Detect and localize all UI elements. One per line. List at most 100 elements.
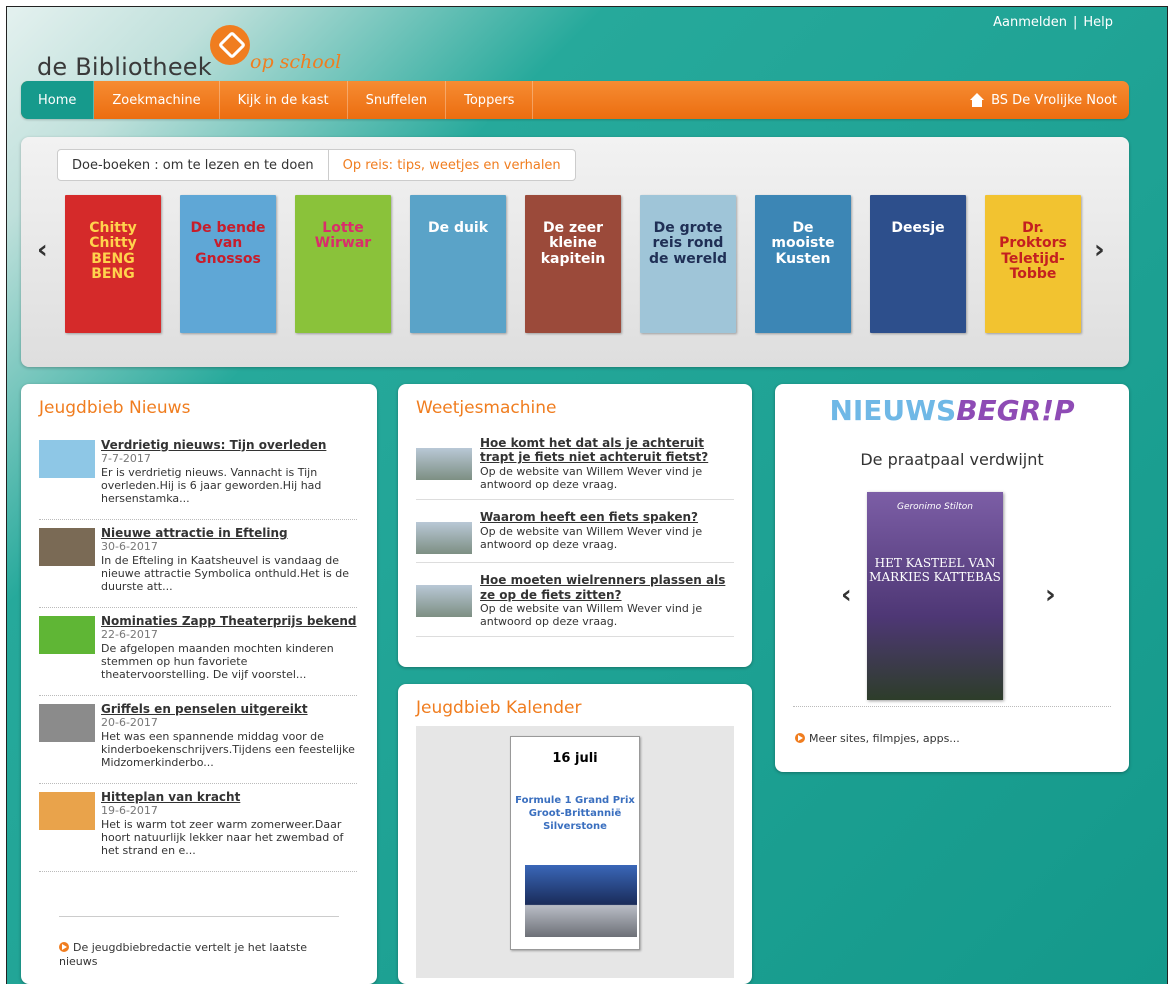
news-title[interactable]: Hitteplan van kracht <box>101 790 357 804</box>
news-text: De afgelopen maanden mochten kinderen st… <box>101 641 334 681</box>
news-list: Verdrietig nieuws: Tijn overleden 7-7-201… <box>39 432 357 872</box>
nieuwsbegrip-subtitle[interactable]: De praatpaal verdwijnt <box>775 450 1129 469</box>
weetje-text: Op de website van Willem Wever vind je a… <box>480 524 703 551</box>
nb-book-title: HET KASTEEL VAN MARKIES KATTEBAS <box>869 556 1001 585</box>
top-links: Aanmelden | Help <box>993 15 1113 30</box>
book-cover[interactable]: Lotte Wirwar <box>295 195 391 333</box>
kalender-event: Formule 1 Grand Prix Groot-Brittannië Si… <box>515 795 635 832</box>
book-cover[interactable]: Dr. Proktors Teletijd-Tobbe <box>985 195 1081 333</box>
kalender-card[interactable]: 16 juli Formule 1 Grand Prix Groot-Britt… <box>510 736 640 950</box>
page-frame: Aanmelden | Help de Bibliotheek op school … <box>6 6 1168 984</box>
weetje-item[interactable]: Hoe moeten wielrenners plassen als ze op… <box>416 569 734 638</box>
nav-snuffelen-label: Snuffelen <box>365 92 428 108</box>
help-link[interactable]: Help <box>1083 15 1113 30</box>
weetjes-list: Hoe komt het dat als je achteruit trapt … <box>416 432 734 643</box>
nb-book-cover[interactable]: Geronimo Stilton HET KASTEEL VAN MARKIES… <box>867 492 1003 700</box>
book-cover[interactable]: De bende van Gnossos <box>180 195 276 333</box>
book-cover[interactable]: Deesje <box>870 195 966 333</box>
news-date: 7-7-2017 <box>101 452 151 466</box>
nav-zoekmachine-label: Zoekmachine <box>112 92 201 108</box>
site-logo[interactable]: de Bibliotheek op school <box>37 25 357 85</box>
book-row: Chitty Chitty BENG BENG De bende van Gnos… <box>65 195 1081 333</box>
kalender-image <box>525 865 637 937</box>
nav-school[interactable]: BS De Vrolijke Noot <box>951 81 1129 119</box>
login-link[interactable]: Aanmelden <box>993 15 1067 30</box>
carousel-prev-icon[interactable]: ‹ <box>37 235 48 265</box>
news-date: 22-6-2017 <box>101 628 158 642</box>
home-icon <box>969 93 985 107</box>
weetje-body: Hoe moeten wielrenners plassen als ze op… <box>480 573 734 628</box>
nb-prev-icon[interactable]: ‹ <box>841 580 852 610</box>
news-footer[interactable]: De jeugdbiebredactie vertelt je het laat… <box>59 916 339 970</box>
book-cover[interactable]: De zeer kleine kapitein <box>525 195 621 333</box>
news-item[interactable]: Hitteplan van kracht 19-6-2017 Het is warm… <box>39 784 357 872</box>
weetje-thumb <box>416 585 472 618</box>
nb-more-text: Meer sites, filmpjes, apps... <box>809 732 960 745</box>
news-body: Verdrietig nieuws: Tijn overleden 7-7-201… <box>101 438 357 513</box>
nav-toppers[interactable]: Toppers <box>446 81 534 119</box>
tab-doe-boeken[interactable]: Doe-boeken : om te lezen en te doen <box>58 150 328 180</box>
news-panel: Jeugdbieb Nieuws Verdrietig nieuws: Tijn… <box>21 384 377 984</box>
news-thumb <box>39 704 95 742</box>
news-title[interactable]: Verdrietig nieuws: Tijn overleden <box>101 438 357 452</box>
nb-next-icon[interactable]: › <box>1045 580 1056 610</box>
divider <box>793 706 1111 707</box>
weetjes-heading: Weetjesmachine <box>416 398 557 418</box>
tab-op-reis[interactable]: Op reis: tips, weetjes en verhalen <box>327 150 575 180</box>
book-title: De grote reis rond de wereld <box>648 220 728 267</box>
logo-word: de Bibliotheek <box>37 53 212 81</box>
weetje-title[interactable]: Hoe komt het dat als je achteruit trapt … <box>480 436 734 465</box>
weetje-title[interactable]: Waarom heeft een fiets spaken? <box>480 510 734 524</box>
news-title[interactable]: Nieuwe attractie in Efteling <box>101 526 357 540</box>
weetje-title[interactable]: Hoe moeten wielrenners plassen als ze op… <box>480 573 734 602</box>
nav-kijk-in-de-kast[interactable]: Kijk in de kast <box>220 81 348 119</box>
book-title: De duik <box>427 220 489 236</box>
nav-snuffelen[interactable]: Snuffelen <box>348 81 447 119</box>
weetje-item[interactable]: Waarom heeft een fiets spaken? Op de webs… <box>416 506 734 564</box>
book-title: De mooiste Kusten <box>771 220 835 267</box>
weetje-body: Hoe komt het dat als je achteruit trapt … <box>480 436 734 491</box>
nav-zoekmachine[interactable]: Zoekmachine <box>94 81 220 119</box>
news-date: 30-6-2017 <box>101 540 158 554</box>
news-text: Er is verdrietig nieuws. Vannacht is Tij… <box>101 465 322 505</box>
news-item[interactable]: Nominaties Zapp Theaterprijs bekend 22-6-… <box>39 608 357 696</box>
news-item[interactable]: Griffels en penselen uitgereikt 20-6-2017… <box>39 696 357 784</box>
weetje-body: Waarom heeft een fiets spaken? Op de webs… <box>480 510 734 554</box>
school-name: BS De Vrolijke Noot <box>991 92 1117 108</box>
kalender-panel: Jeugdbieb Kalender 16 juli Formule 1 Gra… <box>398 684 752 984</box>
nb-logo-a: NIEUWS <box>829 394 957 427</box>
news-body: Griffels en penselen uitgereikt 20-6-2017… <box>101 702 357 777</box>
news-title[interactable]: Nominaties Zapp Theaterprijs bekend <box>101 614 357 628</box>
nav-home[interactable]: Home <box>21 81 95 119</box>
news-text: In de Efteling in Kaatsheuvel is vandaag… <box>101 553 350 593</box>
news-heading: Jeugdbieb Nieuws <box>39 398 191 418</box>
weetjes-panel: Weetjesmachine Hoe komt het dat als je a… <box>398 384 752 667</box>
news-item[interactable]: Verdrietig nieuws: Tijn overleden 7-7-201… <box>39 432 357 520</box>
nieuwsbegrip-panel: NIEUWSBEGR!P De praatpaal verdwijnt ‹ Ge… <box>775 384 1129 772</box>
nav-kijk-label: Kijk in de kast <box>237 92 329 108</box>
book-cover[interactable]: De grote reis rond de wereld <box>640 195 736 333</box>
weetje-thumb <box>416 448 472 480</box>
news-text: Het is warm tot zeer warm zomerweer.Daar… <box>101 817 344 857</box>
book-carousel: Doe-boeken : om te lezen en te doen Op r… <box>21 137 1129 367</box>
news-body: Hitteplan van kracht 19-6-2017 Het is warm… <box>101 790 357 865</box>
nb-more-link[interactable]: Meer sites, filmpjes, apps... <box>795 732 960 745</box>
book-cover[interactable]: Chitty Chitty BENG BENG <box>65 195 161 333</box>
book-title: De zeer kleine kapitein <box>540 220 606 267</box>
news-date: 19-6-2017 <box>101 804 158 818</box>
news-footer-text: De jeugdbiebredactie vertelt je het laat… <box>59 941 308 969</box>
book-cover[interactable]: De mooiste Kusten <box>755 195 851 333</box>
logo-script: op school <box>250 51 342 73</box>
news-thumb <box>39 616 95 654</box>
kalender-heading: Jeugdbieb Kalender <box>416 698 582 718</box>
news-item[interactable]: Nieuwe attractie in Efteling 30-6-2017 In … <box>39 520 357 608</box>
carousel-next-icon[interactable]: › <box>1094 235 1105 265</box>
news-title[interactable]: Griffels en penselen uitgereikt <box>101 702 357 716</box>
nieuwsbegrip-logo[interactable]: NIEUWSBEGR!P <box>775 394 1129 427</box>
nav-toppers-label: Toppers <box>464 92 515 108</box>
book-title: Chitty Chitty BENG BENG <box>89 220 137 283</box>
arrow-bullet-icon <box>59 942 69 952</box>
book-cover[interactable]: De duik <box>410 195 506 333</box>
weetje-item[interactable]: Hoe komt het dat als je achteruit trapt … <box>416 432 734 501</box>
news-thumb <box>39 792 95 830</box>
